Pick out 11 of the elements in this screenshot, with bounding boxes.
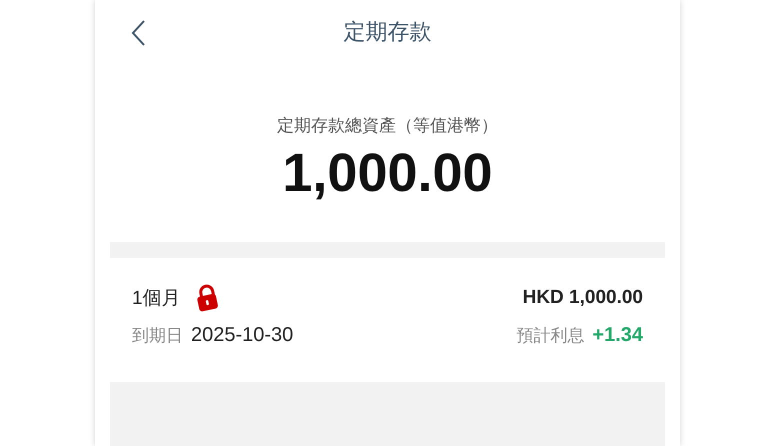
total-assets-amount: 1,000.00 — [282, 142, 493, 204]
term-label: 1個月 — [132, 287, 181, 311]
back-icon — [129, 18, 147, 48]
maturity-label: 到期日 — [132, 325, 183, 347]
interest-label: 預計利息 — [516, 325, 584, 347]
total-assets-label: 定期存款總資產（等值港幣） — [277, 115, 498, 137]
interest-value: +1.34 — [592, 324, 643, 347]
back-button[interactable] — [129, 18, 147, 48]
deposit-amount: HKD 1,000.00 — [522, 287, 643, 309]
page-title: 定期存款 — [344, 18, 432, 46]
maturity-date: 2025-10-30 — [191, 324, 294, 347]
